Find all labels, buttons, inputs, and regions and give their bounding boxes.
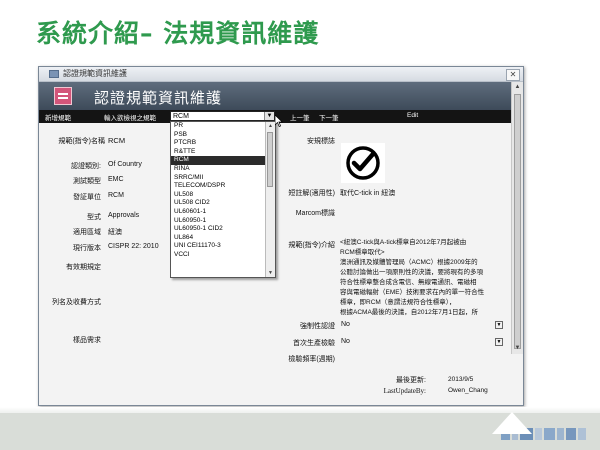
scroll-thumb[interactable]	[514, 94, 521, 349]
footer-tab	[492, 412, 532, 434]
last-update-by-label: LastUpdateBy:	[383, 387, 426, 395]
short-note-label: 短註解(適用性)	[288, 190, 335, 197]
window-title: 認證規範資訊維護	[63, 69, 127, 78]
mandatory-cert-value[interactable]: No	[341, 321, 350, 328]
slide-title: 系統介紹– 法規資訊維護	[36, 19, 320, 48]
intro-line: 容與電磁輻射（EME）技術要求在內的單一符合性	[340, 289, 485, 296]
short-note-value[interactable]: 取代C-tick in 紐澳	[340, 188, 395, 198]
dropdown-option[interactable]: PSB	[171, 131, 266, 140]
dropdown-scrollbar[interactable]: ▲ ▼	[265, 122, 275, 277]
dropdown-option[interactable]: SRRC/MII	[171, 174, 266, 183]
regulation-name-value[interactable]: RCM	[108, 136, 125, 145]
edit-button[interactable]: Edit	[407, 112, 418, 119]
first-production-value[interactable]: No	[341, 338, 350, 345]
dropdown-option[interactable]: UL508 CID2	[171, 199, 266, 208]
form-header: 認證規範資訊維護	[39, 82, 511, 110]
test-type-label: 測試類型	[73, 178, 101, 185]
scroll-up-icon[interactable]: ▲	[266, 122, 275, 130]
chevron-down-icon[interactable]: ▼	[264, 112, 274, 120]
inspection-frequency-label: 檢驗頻率(週期)	[288, 356, 335, 363]
window-titlebar: 認證規範資訊維護 ✕	[39, 67, 523, 82]
region-label: 適用區域	[73, 229, 101, 236]
dropdown-options: PR PSB PTCRB R&TTE RCM RINA SRRC/MII TEL…	[171, 122, 266, 260]
dropdown-option-selected[interactable]: RCM	[171, 156, 266, 165]
intro-label: 規範(指令)介紹	[288, 242, 335, 249]
marcom-label: Marcom標識	[295, 210, 335, 217]
dropdown-option[interactable]: UL508	[171, 191, 266, 200]
format-value[interactable]: Approvals	[108, 212, 139, 219]
dropdown-option[interactable]: UL60950-1 CID2	[171, 225, 266, 234]
dropdown-option[interactable]: PTCRB	[171, 139, 266, 148]
window-app-icon	[49, 70, 59, 78]
cert-type-value[interactable]: Of Country	[108, 161, 142, 168]
dropdown-option[interactable]: RINA	[171, 165, 266, 174]
intro-line: RCM標章取代>	[340, 249, 385, 256]
intro-line: 澳洲通訊及媒體管理局（ACMC）根據2009年的	[340, 259, 478, 266]
intro-line: 公聽討論做出一項原則性的決議，要將現有的多項	[340, 269, 483, 276]
cert-type-label: 認證類別:	[71, 163, 101, 170]
close-icon[interactable]: ✕	[506, 69, 520, 81]
rcm-check-mark-icon	[341, 143, 385, 183]
intro-line: 根據ACMA最後的決議，自2012年7月1日起，所	[340, 309, 478, 316]
dropdown-option[interactable]: UL60601-1	[171, 208, 266, 217]
last-update-label: 最後更新:	[396, 377, 426, 384]
dropdown-option[interactable]: TELECOM/DSPR	[171, 182, 266, 191]
regulation-dropdown-list[interactable]: PR PSB PTCRB R&TTE RCM RINA SRRC/MII TEL…	[170, 121, 276, 278]
format-label: 型式	[87, 214, 101, 221]
intro-line: 符合性標章整合成含電信、無線電通訊、電磁相	[340, 279, 477, 286]
regulation-name-label: 規範(指令)名稱	[58, 138, 105, 145]
dropdown-option[interactable]: UL864	[171, 234, 266, 243]
chevron-down-icon[interactable]: ▼	[495, 338, 503, 346]
form-icon	[54, 87, 72, 105]
dropdown-option[interactable]: R&TTE	[171, 148, 266, 157]
intro-line: 標章，即RCM（意謂法規符合性標章），	[340, 299, 456, 306]
version-label: 現行版本	[73, 245, 101, 252]
dropdown-scroll-thumb[interactable]	[267, 132, 273, 187]
intro-line: <紐澳C-tick與A-tick標章自2012年7月起被由	[340, 239, 467, 246]
search-regulation-label: 輸入欲檢視之規範	[104, 115, 156, 122]
previous-record-button[interactable]: 上一筆	[290, 112, 310, 122]
intro-text[interactable]: <紐澳C-tick與A-tick標章自2012年7月起被由 RCM標章取代> 澳…	[340, 238, 504, 318]
scroll-down-icon[interactable]: ▼	[266, 269, 275, 277]
dropdown-option[interactable]: UL60950-1	[171, 217, 266, 226]
region-value[interactable]: 紐澳	[108, 227, 122, 237]
regulation-combobox-value: RCM	[173, 113, 189, 120]
mandatory-cert-label: 強制性認證	[300, 323, 335, 330]
form-title: 認證規範資訊維護	[94, 90, 223, 107]
last-update-by-value: Owen_Chang	[448, 387, 488, 394]
validity-label: 有效期規定	[66, 264, 101, 271]
next-record-button[interactable]: 下一筆	[319, 112, 339, 122]
dropdown-option[interactable]: PR	[171, 122, 266, 131]
mouse-pointer-icon	[275, 115, 283, 127]
form-window: 認證規範資訊維護 ✕ 認證規範資訊維護 新增規範 輸入欲檢視之規範 RCM ▼ …	[38, 66, 524, 406]
scroll-up-icon[interactable]: ▲	[513, 83, 522, 92]
dropdown-option[interactable]: UNI CEI11170-3	[171, 242, 266, 251]
issuer-value[interactable]: RCM	[108, 192, 124, 199]
listing-label: 列名及收費方式	[52, 299, 101, 306]
version-value[interactable]: CISPR 22: 2010	[108, 243, 159, 250]
mark-label: 安規標誌	[307, 138, 335, 145]
dropdown-option[interactable]: VCCI	[171, 251, 266, 260]
scroll-down-icon[interactable]: ▼	[513, 344, 522, 353]
last-update-value: 2013/9/5	[448, 376, 474, 383]
chevron-down-icon[interactable]: ▼	[495, 321, 503, 329]
new-regulation-button[interactable]: 新增規範	[45, 112, 71, 122]
issuer-label: 發証單位	[73, 194, 101, 201]
sample-label: 樣品需求	[73, 337, 101, 344]
form-scrollbar[interactable]: ▲ ▼	[511, 82, 523, 354]
first-production-label: 首次生產檢驗	[293, 340, 335, 347]
regulation-combobox[interactable]: RCM ▼	[170, 111, 275, 121]
test-type-value[interactable]: EMC	[108, 176, 124, 183]
